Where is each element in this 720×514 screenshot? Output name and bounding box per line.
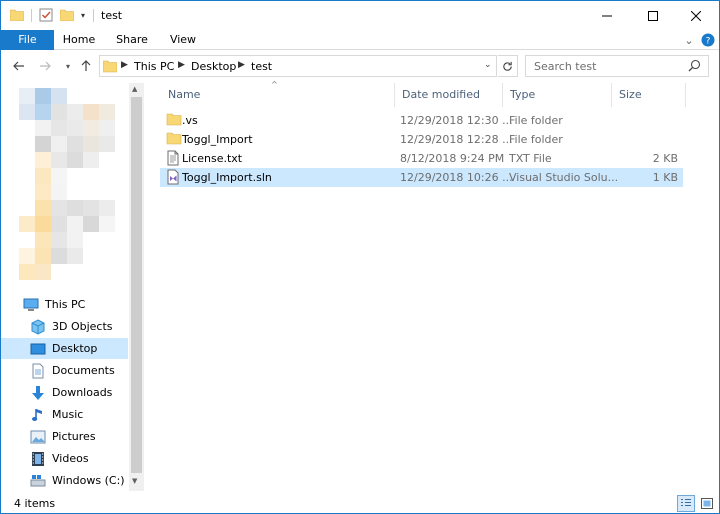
forward-arrow-icon[interactable] [36,57,54,75]
status-bar: 4 items [1,493,719,514]
navigation-bar: ▾ ▶ This PC ▶ Desktop ▶ test ⌄ Search te… [1,51,719,81]
close-button[interactable] [673,1,719,30]
window-title: test [101,9,123,22]
maximize-button[interactable] [630,1,676,30]
customize-toolbar-icon[interactable]: ▾ [78,7,88,23]
address-bar[interactable]: ▶ This PC ▶ Desktop ▶ test ⌄ [99,55,497,77]
file-type: File folder [509,114,563,127]
file-date: 12/29/2018 12:28 ... [400,133,513,146]
navigation-pane: This PC 3D Objects Desktop Documents Dow… [1,83,144,493]
sidebar-item-label: Documents [52,364,115,377]
file-name: .vs [182,114,198,127]
sidebar-item-windows-c[interactable]: Windows (C:) [1,470,128,491]
computer-icon [23,297,39,313]
scroll-down-icon[interactable]: ▼ [132,477,137,485]
sidebar-item-label: Desktop [52,342,98,355]
column-header-name[interactable]: Name [160,83,395,107]
sidebar-item-label: Windows (C:) [52,474,125,487]
help-icon[interactable]: ? [700,32,716,48]
svg-text:?: ? [706,37,711,47]
sidebar-item-3d-objects[interactable]: 3D Objects [1,316,128,337]
column-header-size[interactable]: Size [611,83,686,107]
sidebar-item-videos[interactable]: Videos [1,448,128,469]
sidebar-scroll-thumb[interactable] [131,97,142,473]
folder-icon [166,131,182,147]
film-icon [30,451,46,467]
sidebar-item-label: This PC [45,298,86,311]
sidebar-scrollbar[interactable]: ▲ ▼ [129,83,144,491]
breadcrumb-chevron-icon[interactable]: ▶ [238,60,245,70]
vs-solution-icon [166,169,182,185]
table-row[interactable]: Toggl_Import 12/29/2018 12:28 ... File f… [160,130,683,149]
music-note-icon [30,407,46,423]
folder-icon [102,59,118,76]
sidebar-item-pictures[interactable]: Pictures [1,426,128,447]
table-row[interactable]: Toggl_Import.sln 12/29/2018 10:26 ... Vi… [160,168,683,187]
breadcrumb-chevron-icon[interactable]: ▶ [178,60,185,70]
tab-share[interactable]: Share [107,30,157,50]
sidebar-item-label: Music [52,408,84,421]
column-header-type[interactable]: Type [502,83,612,107]
sidebar-item-desktop[interactable]: Desktop [1,338,128,359]
back-arrow-icon[interactable] [10,57,28,75]
folder-icon [9,7,25,23]
breadcrumb-chevron-icon[interactable]: ▶ [121,60,128,70]
breadcrumb-test[interactable]: test [251,60,272,73]
file-type: File folder [509,133,563,146]
file-type: TXT File [509,152,552,165]
details-view-icon[interactable] [677,495,695,512]
item-count: 4 items [14,497,56,510]
desktop-icon [30,341,46,357]
sidebar-item-documents[interactable]: Documents [1,360,128,381]
properties-icon[interactable] [38,7,54,23]
tab-file[interactable]: File [1,30,54,50]
breadcrumb-desktop[interactable]: Desktop [191,60,236,73]
column-header-date-modified[interactable]: Date modified [394,83,503,107]
refresh-button[interactable] [498,55,518,77]
file-name: License.txt [182,152,243,165]
sidebar-item-label: 3D Objects [52,320,113,333]
large-icons-view-icon[interactable] [698,495,716,512]
file-date: 12/29/2018 12:30 ... [400,114,513,127]
address-dropdown-icon[interactable]: ⌄ [484,60,492,70]
file-date: 12/29/2018 10:26 ... [400,171,513,184]
download-arrow-icon [30,385,46,401]
ribbon-tabs: File Home Share View ⌄ ? [1,30,719,50]
table-row[interactable]: License.txt 8/12/2018 9:24 PM TXT File 2… [160,149,683,168]
file-date: 8/12/2018 9:24 PM [400,152,505,165]
file-size: 1 KB [652,171,678,184]
recent-locations-icon[interactable]: ▾ [59,57,77,75]
drive-icon [30,473,46,489]
chevron-down-icon[interactable]: ⌄ [681,32,697,48]
file-name: Toggl_Import.sln [182,171,272,184]
minimize-button[interactable] [584,1,630,30]
up-arrow-icon[interactable] [77,57,95,75]
scroll-up-icon[interactable]: ▲ [132,85,137,93]
file-name: Toggl_Import [182,133,253,146]
picture-icon [30,429,46,445]
sidebar-item-label: Videos [52,452,89,465]
table-row[interactable]: .vs 12/29/2018 12:30 ... File folder [160,111,683,130]
sidebar-item-label: Downloads [52,386,113,399]
sidebar-item-label: Pictures [52,430,96,443]
file-type: Visual Studio Solu... [509,171,619,184]
cube-icon [30,318,46,335]
text-file-icon [166,150,182,166]
tab-home[interactable]: Home [54,30,104,50]
search-placeholder: Search test [534,60,597,73]
search-icon[interactable] [688,59,702,73]
document-icon [30,363,46,379]
breadcrumb-this-pc[interactable]: This PC [134,60,174,73]
title-bar: ▾ test [1,1,719,30]
explorer-window: ▾ test File Home Share View ⌄ ? ▾ ▶ This… [0,0,720,514]
search-input[interactable]: Search test [525,55,709,77]
sidebar-item-this-pc[interactable]: This PC [1,294,128,315]
tab-view[interactable]: View [158,30,208,50]
folder-icon [166,112,182,128]
sidebar-item-downloads[interactable]: Downloads [1,382,128,403]
file-size: 2 KB [652,152,678,165]
new-folder-icon[interactable] [59,7,75,23]
sidebar-item-music[interactable]: Music [1,404,128,425]
file-list: ^ Name Date modified Type Size .vs 12/29… [153,80,719,493]
